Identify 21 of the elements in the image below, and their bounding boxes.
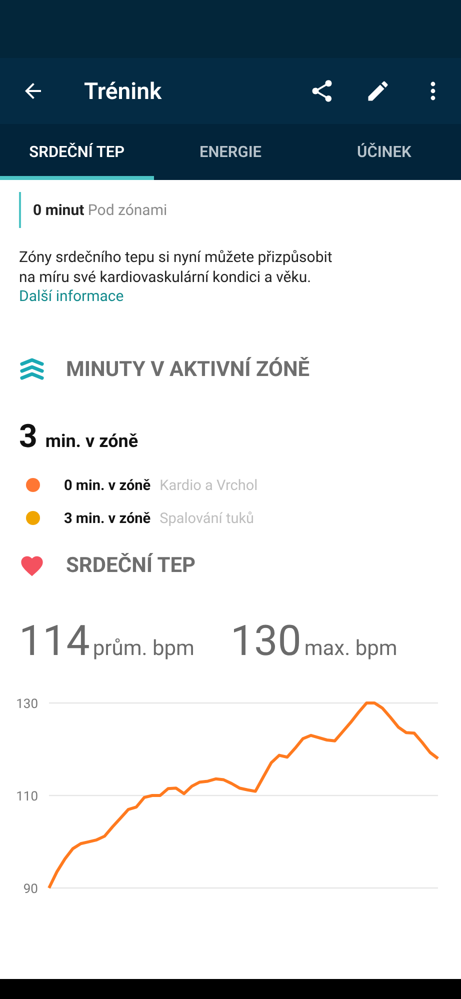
- section-title: MINUTY V AKTIVNÍ ZÓNĚ: [66, 358, 310, 382]
- zone-minutes: 0 min. v zóně: [64, 476, 151, 494]
- zone-minutes: 3 min. v zóně: [64, 510, 151, 526]
- zone-name: Kardio a Vrchol: [160, 476, 258, 494]
- chevrons-up-icon: [19, 356, 45, 382]
- axis-label: 110: [16, 789, 38, 804]
- zone-minutes-total: 3: [19, 416, 38, 454]
- below-zones-summary: 0 minut Pod zónami: [19, 192, 442, 228]
- info-paragraph: Zóny srdečního tepu si nyní můžete přizpůsobit na míru své kardiovaskulární kondici a věku. Další informace: [19, 248, 334, 306]
- heart-rate-stat: 130 max. bpm: [230, 616, 398, 666]
- tab[interactable]: ENERGIE: [154, 124, 308, 180]
- zone-minutes-unit: min. v zóně: [45, 430, 138, 452]
- tab[interactable]: ÚČINEK: [307, 124, 461, 180]
- axis-label: 130: [16, 696, 38, 712]
- zone-name: Spalování tuků: [160, 510, 254, 526]
- more-info-link[interactable]: Další informace: [19, 287, 124, 305]
- tab[interactable]: SRDEČNÍ TEP: [0, 124, 154, 180]
- heart-rate-stat: 114 prům. bpm: [19, 616, 194, 666]
- section-title: SRDEČNÍ TEP: [66, 554, 196, 578]
- axis-label: 90: [23, 882, 38, 896]
- screen-title: Trénink: [84, 78, 163, 104]
